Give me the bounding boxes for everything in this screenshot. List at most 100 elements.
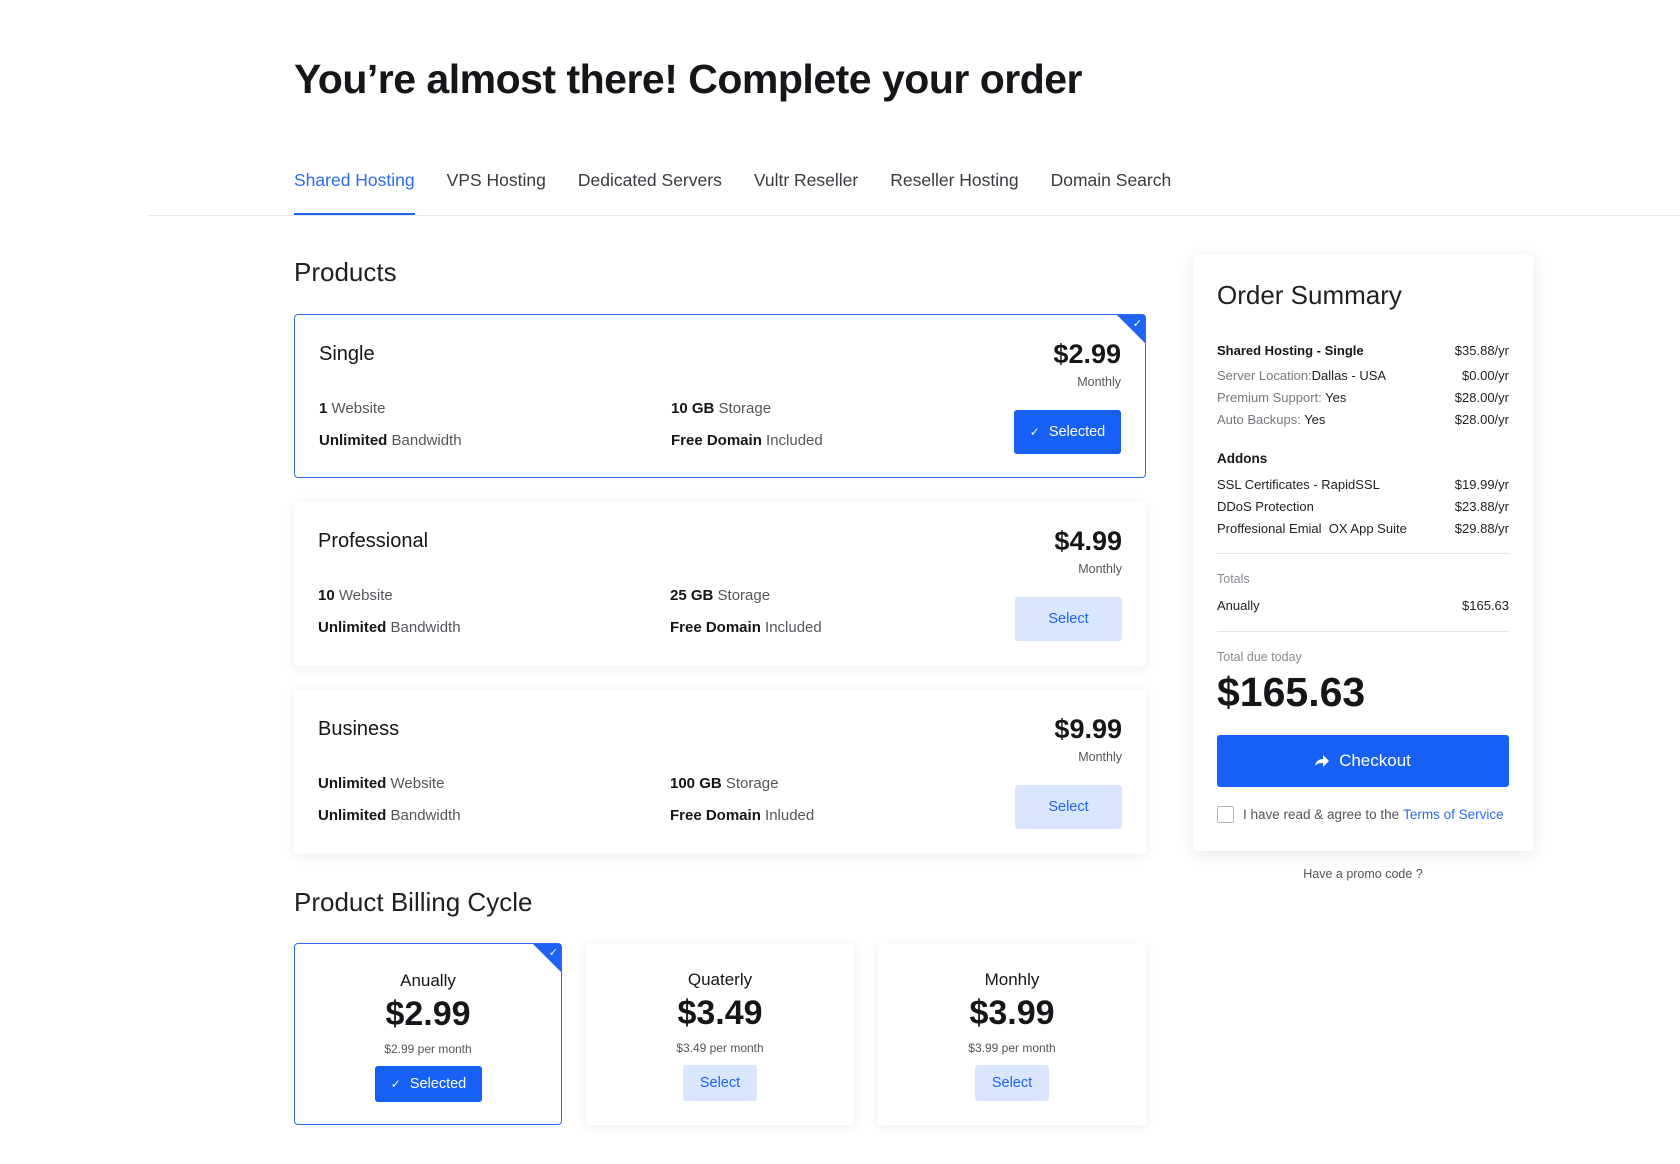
order-summary: Order Summary Shared Hosting - Single $3… bbox=[1193, 255, 1533, 851]
product-feature: Free Domain Included bbox=[671, 432, 823, 449]
button-label: Selected bbox=[409, 1076, 467, 1092]
arrow-forward-icon bbox=[1315, 755, 1330, 767]
addon-label: DDoS Protection bbox=[1217, 499, 1314, 514]
cycle-name: Quaterly bbox=[687, 970, 753, 989]
terms-agreement: I have read & agree to the Terms of Serv… bbox=[1217, 806, 1504, 823]
detail-value: Yes bbox=[1321, 390, 1347, 405]
product-feature: Unlimited Bandwidth bbox=[319, 432, 462, 449]
addons-title: Addons bbox=[1217, 451, 1268, 466]
annual-total-row: Anually $165.63 bbox=[1217, 598, 1509, 613]
check-icon: ✓ bbox=[548, 947, 558, 959]
addon-row: SSL Certificates - RapidSSL $19.99/yr bbox=[1217, 477, 1509, 492]
product-card-professional[interactable]: Professional 10 Website 25 GB Storage Un… bbox=[294, 502, 1146, 666]
summary-item-value: $35.88/yr bbox=[1454, 343, 1509, 358]
product-select-button[interactable]: Select bbox=[1015, 785, 1122, 829]
terms-checkbox[interactable] bbox=[1217, 806, 1234, 823]
addon-price: $23.88/yr bbox=[1454, 499, 1509, 514]
detail-value: Dallas - USA bbox=[1311, 368, 1387, 383]
addon-label: SSL Certificates - RapidSSL bbox=[1217, 477, 1380, 492]
product-price: $4.99 bbox=[1054, 526, 1122, 556]
tabs-divider bbox=[148, 215, 1680, 216]
product-feature: Unlimited Bandwidth bbox=[318, 807, 461, 824]
summary-detail-row: Server Location:Dallas - USA $0.00/yr bbox=[1217, 368, 1509, 383]
product-feature: 100 GB Storage bbox=[670, 775, 779, 792]
detail-value: Yes bbox=[1300, 412, 1326, 427]
cycle-per-month: $3.49 per month bbox=[676, 1041, 764, 1055]
tab-reseller-hosting[interactable]: Reseller Hosting bbox=[890, 166, 1018, 216]
addon-label: Proffesional Emial OX App Suite bbox=[1217, 521, 1407, 536]
product-feature: 10 GB Storage bbox=[671, 400, 772, 417]
tab-domain-search[interactable]: Domain Search bbox=[1051, 166, 1172, 216]
checkout-label: Checkout bbox=[1339, 751, 1411, 770]
order-summary-title: Order Summary bbox=[1217, 280, 1402, 310]
product-feature: Unlimited Website bbox=[318, 775, 445, 792]
detail-label: Auto Backups: bbox=[1217, 412, 1301, 427]
product-period: Monthly bbox=[1078, 562, 1122, 576]
summary-detail-row: Premium Support: Yes $28.00/yr bbox=[1217, 390, 1509, 405]
addon-price: $29.88/yr bbox=[1454, 521, 1509, 536]
check-icon: ✓ bbox=[390, 1077, 401, 1091]
detail-price: $28.00/yr bbox=[1454, 412, 1509, 427]
product-card-single[interactable]: ✓ Single 1 Website 10 GB Storage Unlimit… bbox=[294, 314, 1146, 478]
cycle-selected-button[interactable]: ✓ Selected bbox=[375, 1066, 482, 1102]
tab-dedicated-servers[interactable]: Dedicated Servers bbox=[578, 166, 722, 216]
product-name: Professional bbox=[318, 530, 429, 552]
check-icon: ✓ bbox=[1132, 318, 1142, 330]
promo-code-link[interactable]: Have a promo code ? bbox=[1193, 867, 1533, 881]
cycle-per-month: $2.99 per month bbox=[384, 1042, 472, 1056]
cycle-per-month: $3.99 per month bbox=[968, 1041, 1056, 1055]
summary-divider bbox=[1217, 553, 1509, 554]
product-price: $9.99 bbox=[1054, 714, 1122, 744]
product-feature: Unlimited Bandwidth bbox=[318, 619, 461, 636]
annual-total-label: Anually bbox=[1217, 598, 1260, 613]
summary-detail-row: Auto Backups: Yes $28.00/yr bbox=[1217, 412, 1509, 427]
billing-card-quarterly[interactable]: Quaterly $3.49 $3.49 per month Select bbox=[586, 943, 854, 1125]
detail-price: $28.00/yr bbox=[1454, 390, 1509, 405]
detail-label: Server Location: bbox=[1217, 368, 1312, 383]
tab-vultr-reseller[interactable]: Vultr Reseller bbox=[754, 166, 858, 216]
product-period: Monthly bbox=[1078, 750, 1122, 764]
product-feature: 1 Website bbox=[319, 400, 386, 417]
billing-card-annually[interactable]: ✓ Anually $2.99 $2.99 per month ✓ Selecte… bbox=[294, 943, 562, 1125]
product-selected-button[interactable]: ✓ Selected bbox=[1014, 410, 1121, 454]
product-select-button[interactable]: Select bbox=[1015, 597, 1122, 641]
addon-row: Proffesional Emial OX App Suite $29.88/y… bbox=[1217, 521, 1509, 536]
button-label: Selected bbox=[1048, 424, 1106, 440]
tab-shared-hosting[interactable]: Shared Hosting bbox=[294, 166, 415, 216]
total-due-label: Total due today bbox=[1217, 650, 1302, 664]
cycle-name: Anually bbox=[400, 971, 456, 990]
checkout-button[interactable]: Checkout bbox=[1217, 735, 1509, 787]
cycle-name: Monhly bbox=[984, 970, 1040, 989]
billing-cycle-title: Product Billing Cycle bbox=[294, 887, 533, 917]
product-period: Monthly bbox=[1077, 375, 1121, 389]
detail-price: $0.00/yr bbox=[1462, 368, 1509, 383]
product-feature: 25 GB Storage bbox=[670, 587, 771, 604]
summary-item-label: Shared Hosting - Single bbox=[1217, 343, 1364, 358]
terms-text: I have read & agree to the bbox=[1243, 807, 1400, 822]
cycle-select-button[interactable]: Select bbox=[683, 1065, 757, 1101]
addons-heading: Addons bbox=[1217, 451, 1509, 466]
tab-vps-hosting[interactable]: VPS Hosting bbox=[447, 166, 546, 216]
addon-price: $19.99/yr bbox=[1454, 477, 1509, 492]
product-name: Business bbox=[318, 718, 400, 740]
check-icon: ✓ bbox=[1029, 425, 1040, 439]
terms-of-service-link[interactable]: Terms of Service bbox=[1403, 807, 1504, 822]
cycle-select-button[interactable]: Select bbox=[975, 1065, 1049, 1101]
addon-row: DDoS Protection $23.88/yr bbox=[1217, 499, 1509, 514]
billing-card-monthly[interactable]: Monhly $3.99 $3.99 per month Select bbox=[878, 943, 1146, 1125]
total-due-value: $165.63 bbox=[1217, 669, 1366, 715]
product-card-business[interactable]: Business Unlimited Website 100 GB Storag… bbox=[294, 690, 1146, 854]
hosting-tabs: Shared Hosting VPS Hosting Dedicated Ser… bbox=[294, 166, 1203, 216]
summary-divider bbox=[1217, 631, 1509, 632]
detail-label: Premium Support: bbox=[1217, 390, 1322, 405]
cycle-price: $2.99 bbox=[385, 995, 471, 1033]
page-title: You’re almost there! Complete your order bbox=[294, 56, 1083, 102]
cycle-price: $3.49 bbox=[677, 994, 763, 1032]
totals-label: Totals bbox=[1217, 572, 1250, 586]
product-price: $2.99 bbox=[1053, 339, 1121, 369]
product-feature: Free Domain Included bbox=[670, 619, 822, 636]
products-title: Products bbox=[294, 257, 397, 287]
summary-main-item: Shared Hosting - Single $35.88/yr bbox=[1217, 343, 1509, 358]
annual-total-value: $165.63 bbox=[1462, 598, 1509, 613]
cycle-price: $3.99 bbox=[969, 994, 1055, 1032]
